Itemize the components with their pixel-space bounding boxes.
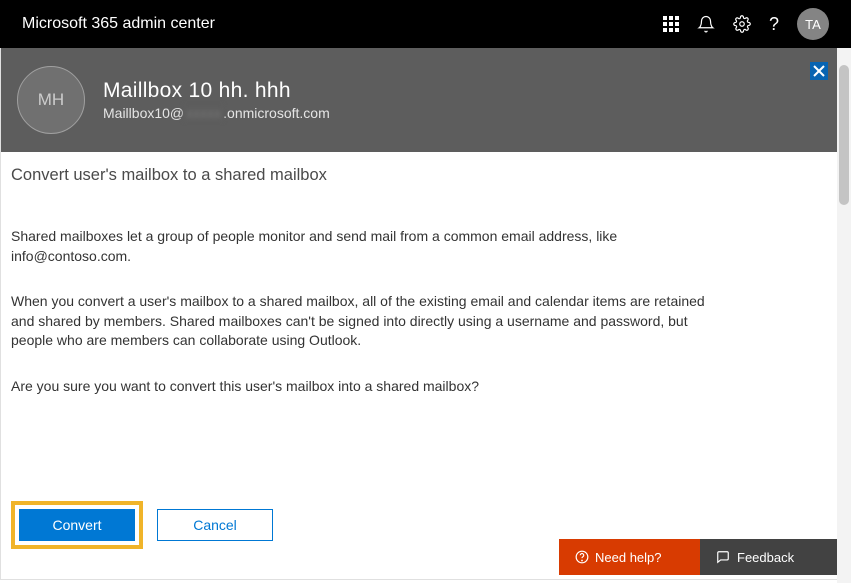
panel-area: MH Maillbox 10 hh. hhh Maillbox10@xxxxx.… <box>0 48 851 580</box>
description-para-1: Shared mailboxes let a group of people m… <box>11 227 731 266</box>
settings-icon[interactable] <box>733 15 751 33</box>
panel-heading: Convert user's mailbox to a shared mailb… <box>11 166 840 185</box>
scrollbar-track[interactable] <box>837 48 851 583</box>
convert-button[interactable]: Convert <box>19 509 135 541</box>
email-suffix: .onmicrosoft.com <box>223 105 330 121</box>
email-tenant-redacted: xxxxx <box>184 105 223 121</box>
feedback-button[interactable]: Feedback <box>700 539 841 575</box>
user-avatar[interactable]: TA <box>797 8 829 40</box>
confirmation-question: Are you sure you want to convert this us… <box>11 377 731 397</box>
bottom-actions: Need help? Feedback <box>559 539 841 575</box>
app-launcher-icon[interactable] <box>663 16 679 32</box>
cancel-button[interactable]: Cancel <box>157 509 273 541</box>
action-row: Convert Cancel <box>11 501 273 549</box>
description-para-2: When you convert a user's mailbox to a s… <box>11 292 731 351</box>
app-title: Microsoft 365 admin center <box>22 15 215 33</box>
user-name: Maillbox 10 hh. hhh <box>103 79 330 103</box>
top-bar: Microsoft 365 admin center ? TA <box>0 0 851 48</box>
notifications-icon[interactable] <box>697 15 715 33</box>
top-actions: ? TA <box>663 8 829 40</box>
feedback-label: Feedback <box>737 550 794 565</box>
close-icon <box>812 64 826 78</box>
user-info: Maillbox 10 hh. hhh Maillbox10@xxxxx.onm… <box>103 79 330 121</box>
mailbox-avatar: MH <box>17 66 85 134</box>
chat-icon <box>716 550 730 564</box>
highlight-annotation: Convert <box>11 501 143 549</box>
waffle-icon <box>663 16 679 32</box>
help-icon[interactable]: ? <box>769 14 779 35</box>
need-help-button[interactable]: Need help? <box>559 539 700 575</box>
scrollbar-thumb[interactable] <box>839 65 849 205</box>
panel-body: Convert user's mailbox to a shared mailb… <box>1 152 850 433</box>
panel-header: MH Maillbox 10 hh. hhh Maillbox10@xxxxx.… <box>1 48 850 152</box>
close-button[interactable] <box>810 62 828 80</box>
help-circle-icon <box>575 550 589 564</box>
email-prefix: Maillbox10@ <box>103 105 184 121</box>
need-help-label: Need help? <box>595 550 662 565</box>
user-email: Maillbox10@xxxxx.onmicrosoft.com <box>103 105 330 121</box>
